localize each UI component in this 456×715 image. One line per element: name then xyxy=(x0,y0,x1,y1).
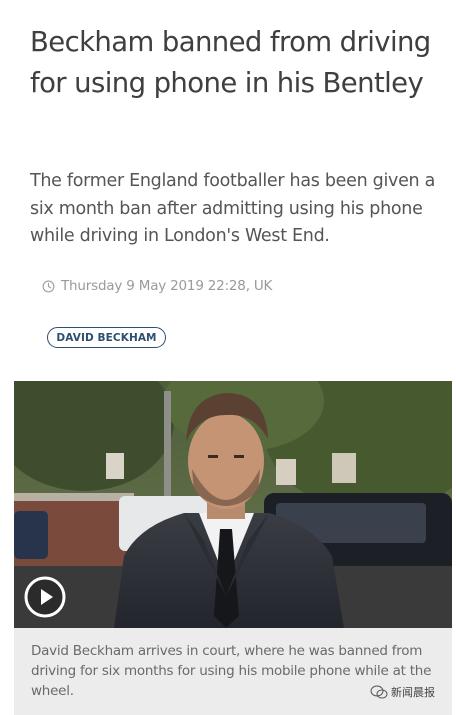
article-timestamp: Thursday 9 May 2019 22:28, UK xyxy=(61,278,273,294)
topic-tag[interactable]: DAVID BECKHAM xyxy=(47,327,166,348)
thumbnail-image xyxy=(14,381,452,628)
article-standfirst: The former England footballer has been g… xyxy=(30,171,436,246)
watermark: 新闻晨报 xyxy=(370,684,435,700)
article-meta: Thursday 9 May 2019 22:28, UK xyxy=(42,276,272,296)
watermark-label: 新闻晨报 xyxy=(391,686,435,699)
image-caption: David Beckham arrives in court, where he… xyxy=(14,628,452,715)
article-headline: Beckham banned from driving for using ph… xyxy=(30,26,431,99)
wechat-icon xyxy=(370,685,388,699)
article-video-thumbnail[interactable] xyxy=(14,381,452,628)
clock-icon xyxy=(42,280,55,292)
play-icon[interactable] xyxy=(24,576,66,618)
